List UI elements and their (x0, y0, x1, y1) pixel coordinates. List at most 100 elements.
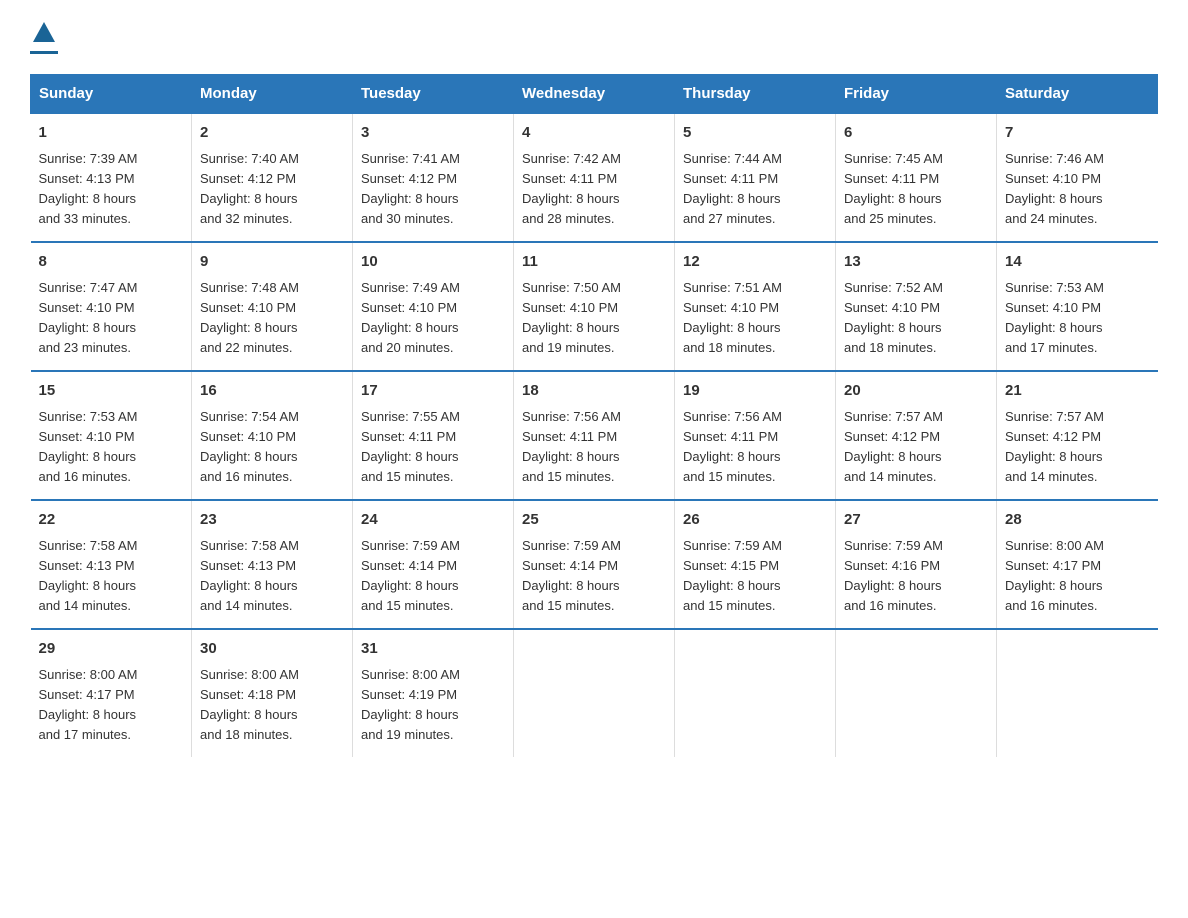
day-number: 24 (361, 509, 505, 532)
calendar-cell: 12 Sunrise: 7:51 AMSunset: 4:10 PMDayligh… (675, 242, 836, 371)
day-info: Sunrise: 7:45 AMSunset: 4:11 PMDaylight:… (844, 151, 943, 226)
day-number: 3 (361, 122, 505, 145)
day-number: 8 (39, 251, 184, 274)
day-number: 21 (1005, 380, 1150, 403)
weekday-header-saturday: Saturday (997, 75, 1158, 114)
day-number: 10 (361, 251, 505, 274)
day-number: 19 (683, 380, 827, 403)
day-number: 20 (844, 380, 988, 403)
day-number: 14 (1005, 251, 1150, 274)
day-info: Sunrise: 7:40 AMSunset: 4:12 PMDaylight:… (200, 151, 299, 226)
calendar-cell: 3 Sunrise: 7:41 AMSunset: 4:12 PMDaylight… (353, 113, 514, 242)
weekday-header-tuesday: Tuesday (353, 75, 514, 114)
day-info: Sunrise: 7:58 AMSunset: 4:13 PMDaylight:… (39, 538, 138, 613)
calendar-cell: 11 Sunrise: 7:50 AMSunset: 4:10 PMDayligh… (514, 242, 675, 371)
calendar-table: SundayMondayTuesdayWednesdayThursdayFrid… (30, 74, 1158, 757)
day-number: 25 (522, 509, 666, 532)
calendar-cell: 13 Sunrise: 7:52 AMSunset: 4:10 PMDayligh… (836, 242, 997, 371)
calendar-cell: 24 Sunrise: 7:59 AMSunset: 4:14 PMDayligh… (353, 500, 514, 629)
day-info: Sunrise: 7:46 AMSunset: 4:10 PMDaylight:… (1005, 151, 1104, 226)
day-number: 13 (844, 251, 988, 274)
calendar-cell: 17Sunrise: 7:55 AMSunset: 4:11 PMDayligh… (353, 371, 514, 500)
weekday-header-sunday: Sunday (31, 75, 192, 114)
day-number: 1 (39, 122, 184, 145)
calendar-cell: 15 Sunrise: 7:53 AMSunset: 4:10 PMDayligh… (31, 371, 192, 500)
calendar-cell: 30 Sunrise: 8:00 AMSunset: 4:18 PMDayligh… (192, 629, 353, 757)
day-number: 2 (200, 122, 344, 145)
day-info: Sunrise: 7:49 AMSunset: 4:10 PMDaylight:… (361, 280, 460, 355)
day-info: Sunrise: 7:56 AMSunset: 4:11 PMDaylight:… (683, 409, 782, 484)
calendar-cell: 26Sunrise: 7:59 AMSunset: 4:15 PMDayligh… (675, 500, 836, 629)
day-number: 5 (683, 122, 827, 145)
calendar-cell (997, 629, 1158, 757)
logo-underline (30, 51, 58, 54)
calendar-cell: 29 Sunrise: 8:00 AMSunset: 4:17 PMDayligh… (31, 629, 192, 757)
calendar-cell: 5 Sunrise: 7:44 AMSunset: 4:11 PMDaylight… (675, 113, 836, 242)
day-info: Sunrise: 7:50 AMSunset: 4:10 PMDaylight:… (522, 280, 621, 355)
day-number: 31 (361, 638, 505, 661)
day-info: Sunrise: 7:47 AMSunset: 4:10 PMDaylight:… (39, 280, 138, 355)
day-number: 30 (200, 638, 344, 661)
day-info: Sunrise: 7:59 AMSunset: 4:15 PMDaylight:… (683, 538, 782, 613)
day-info: Sunrise: 7:56 AMSunset: 4:11 PMDaylight:… (522, 409, 621, 484)
calendar-week-3: 15 Sunrise: 7:53 AMSunset: 4:10 PMDayligh… (31, 371, 1158, 500)
calendar-cell: 7 Sunrise: 7:46 AMSunset: 4:10 PMDaylight… (997, 113, 1158, 242)
day-info: Sunrise: 7:59 AMSunset: 4:14 PMDaylight:… (361, 538, 460, 613)
day-number: 6 (844, 122, 988, 145)
calendar-cell: 27Sunrise: 7:59 AMSunset: 4:16 PMDayligh… (836, 500, 997, 629)
day-number: 12 (683, 251, 827, 274)
calendar-cell: 21 Sunrise: 7:57 AMSunset: 4:12 PMDayligh… (997, 371, 1158, 500)
calendar-week-2: 8 Sunrise: 7:47 AMSunset: 4:10 PMDaylight… (31, 242, 1158, 371)
calendar-cell: 20 Sunrise: 7:57 AMSunset: 4:12 PMDayligh… (836, 371, 997, 500)
calendar-cell: 4 Sunrise: 7:42 AMSunset: 4:11 PMDaylight… (514, 113, 675, 242)
day-info: Sunrise: 7:57 AMSunset: 4:12 PMDaylight:… (1005, 409, 1104, 484)
day-number: 11 (522, 251, 666, 274)
calendar-cell: 19 Sunrise: 7:56 AMSunset: 4:11 PMDayligh… (675, 371, 836, 500)
calendar-cell: 22 Sunrise: 7:58 AMSunset: 4:13 PMDayligh… (31, 500, 192, 629)
calendar-cell: 25 Sunrise: 7:59 AMSunset: 4:14 PMDayligh… (514, 500, 675, 629)
day-number: 4 (522, 122, 666, 145)
calendar-cell (836, 629, 997, 757)
page-header (30, 20, 1158, 54)
day-info: Sunrise: 7:54 AMSunset: 4:10 PMDaylight:… (200, 409, 299, 484)
calendar-cell: 6 Sunrise: 7:45 AMSunset: 4:11 PMDaylight… (836, 113, 997, 242)
day-number: 15 (39, 380, 184, 403)
day-info: Sunrise: 7:53 AMSunset: 4:10 PMDaylight:… (1005, 280, 1104, 355)
day-info: Sunrise: 7:53 AMSunset: 4:10 PMDaylight:… (39, 409, 138, 484)
calendar-cell: 14 Sunrise: 7:53 AMSunset: 4:10 PMDayligh… (997, 242, 1158, 371)
day-number: 23 (200, 509, 344, 532)
day-number: 17 (361, 380, 505, 403)
calendar-header-row: SundayMondayTuesdayWednesdayThursdayFrid… (31, 75, 1158, 114)
day-info: Sunrise: 8:00 AMSunset: 4:18 PMDaylight:… (200, 667, 299, 742)
logo-triangle-icon (31, 20, 57, 46)
day-info: Sunrise: 7:44 AMSunset: 4:11 PMDaylight:… (683, 151, 782, 226)
day-info: Sunrise: 7:59 AMSunset: 4:14 PMDaylight:… (522, 538, 621, 613)
calendar-week-4: 22 Sunrise: 7:58 AMSunset: 4:13 PMDayligh… (31, 500, 1158, 629)
day-info: Sunrise: 7:51 AMSunset: 4:10 PMDaylight:… (683, 280, 782, 355)
day-number: 27 (844, 509, 988, 532)
day-number: 9 (200, 251, 344, 274)
calendar-cell: 23 Sunrise: 7:58 AMSunset: 4:13 PMDayligh… (192, 500, 353, 629)
logo (30, 20, 58, 54)
calendar-week-5: 29 Sunrise: 8:00 AMSunset: 4:17 PMDayligh… (31, 629, 1158, 757)
day-info: Sunrise: 7:58 AMSunset: 4:13 PMDaylight:… (200, 538, 299, 613)
calendar-cell: 10 Sunrise: 7:49 AMSunset: 4:10 PMDayligh… (353, 242, 514, 371)
day-info: Sunrise: 8:00 AMSunset: 4:17 PMDaylight:… (39, 667, 138, 742)
calendar-cell: 8 Sunrise: 7:47 AMSunset: 4:10 PMDaylight… (31, 242, 192, 371)
day-info: Sunrise: 7:48 AMSunset: 4:10 PMDaylight:… (200, 280, 299, 355)
day-info: Sunrise: 7:52 AMSunset: 4:10 PMDaylight:… (844, 280, 943, 355)
day-number: 22 (39, 509, 184, 532)
calendar-cell: 31 Sunrise: 8:00 AMSunset: 4:19 PMDayligh… (353, 629, 514, 757)
day-number: 18 (522, 380, 666, 403)
day-info: Sunrise: 7:39 AMSunset: 4:13 PMDaylight:… (39, 151, 138, 226)
day-info: Sunrise: 7:42 AMSunset: 4:11 PMDaylight:… (522, 151, 621, 226)
weekday-header-thursday: Thursday (675, 75, 836, 114)
day-number: 29 (39, 638, 184, 661)
day-number: 7 (1005, 122, 1150, 145)
day-info: Sunrise: 7:41 AMSunset: 4:12 PMDaylight:… (361, 151, 460, 226)
day-info: Sunrise: 8:00 AMSunset: 4:19 PMDaylight:… (361, 667, 460, 742)
calendar-cell: 28Sunrise: 8:00 AMSunset: 4:17 PMDayligh… (997, 500, 1158, 629)
calendar-cell: 9 Sunrise: 7:48 AMSunset: 4:10 PMDaylight… (192, 242, 353, 371)
day-info: Sunrise: 7:57 AMSunset: 4:12 PMDaylight:… (844, 409, 943, 484)
weekday-header-monday: Monday (192, 75, 353, 114)
